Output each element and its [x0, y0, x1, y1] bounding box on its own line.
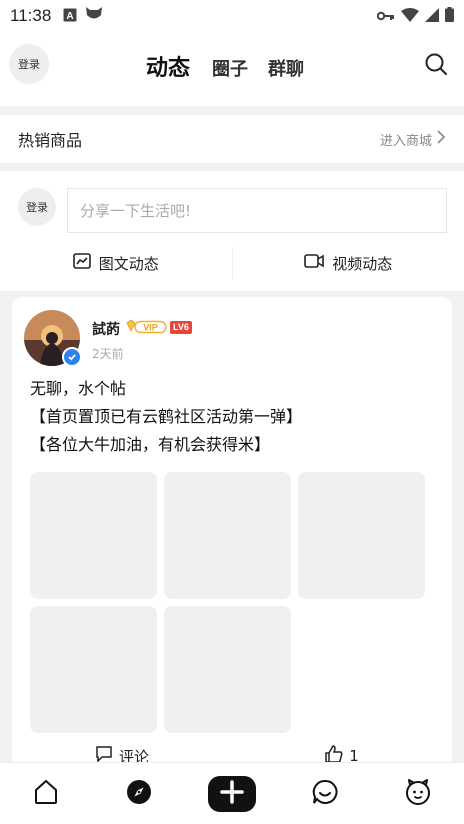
- composer-login-avatar[interactable]: 登录: [18, 188, 56, 226]
- battery-icon: [445, 6, 454, 26]
- status-time: 11:38: [10, 6, 52, 25]
- profile-icon: [405, 778, 431, 809]
- post-content: 无聊，水个帖 【首页置顶已有云鹤社区活动第一弹】 【各位大牛加油，有机会获得米】: [30, 375, 302, 459]
- post-composer: 登录 分享一下生活吧! 图文动态 视频动态: [0, 171, 464, 291]
- image-post-button[interactable]: 图文动态: [0, 253, 232, 274]
- bottom-navigation: [0, 762, 464, 824]
- post-image[interactable]: [298, 472, 425, 599]
- key-icon: [376, 7, 395, 26]
- status-bar: 11:38 A: [0, 0, 464, 32]
- tab-feed[interactable]: 动态: [146, 50, 190, 82]
- image-chart-icon: [72, 253, 91, 273]
- search-icon[interactable]: [424, 52, 448, 76]
- post-image[interactable]: [164, 472, 291, 599]
- post-username[interactable]: 試菂: [92, 319, 120, 339]
- add-icon: [220, 779, 244, 808]
- nav-discover[interactable]: [115, 770, 163, 818]
- signal-icon: [425, 7, 439, 26]
- chevron-right-icon: [436, 130, 446, 148]
- image-post-label: 图文动态: [98, 254, 159, 273]
- verified-badge-icon: [62, 347, 82, 367]
- enter-store-label: 进入商城: [379, 133, 432, 149]
- tab-group-chat[interactable]: 群聊: [268, 55, 304, 81]
- notification-a-icon: A: [63, 7, 77, 26]
- vip-badge: VIP: [126, 319, 168, 339]
- post-card[interactable]: 試菂 VIP LV6 2天前 无聊，水个帖 【首页置顶已有云鹤社区活动第一弹】 …: [12, 297, 452, 767]
- compass-icon: [126, 779, 152, 809]
- post-image[interactable]: [164, 606, 291, 733]
- tab-circles[interactable]: 圈子: [212, 55, 248, 81]
- post-line: 【各位大牛加油，有机会获得米】: [30, 435, 271, 454]
- post-line: 无聊，水个帖: [30, 379, 127, 398]
- header-tabs: 动态 圈子 群聊: [146, 50, 324, 82]
- enter-store-link[interactable]: 进入商城: [380, 130, 446, 149]
- home-icon: [33, 779, 59, 809]
- post-line: 【首页置顶已有云鹤社区活动第一弹】: [30, 407, 303, 426]
- post-image[interactable]: [30, 606, 157, 733]
- video-camera-icon: [304, 253, 325, 273]
- vip-badge-label: VIP: [143, 323, 158, 333]
- post-image-grid: [30, 472, 426, 733]
- nav-messages[interactable]: [301, 770, 349, 818]
- nav-profile[interactable]: [394, 770, 442, 818]
- post-time: 2天前: [92, 347, 124, 361]
- video-post-label: 视频动态: [332, 254, 393, 273]
- post-image[interactable]: [30, 472, 157, 599]
- svg-text:A: A: [67, 11, 74, 22]
- video-post-button[interactable]: 视频动态: [233, 253, 464, 274]
- login-avatar-button[interactable]: 登录: [9, 44, 49, 84]
- hot-goods-title: 热销商品: [18, 131, 83, 150]
- top-header: 登录 动态 圈子 群聊: [0, 32, 464, 106]
- nav-add-button[interactable]: [207, 775, 256, 812]
- share-life-input[interactable]: 分享一下生活吧!: [67, 188, 447, 233]
- level-badge: LV6: [170, 321, 192, 334]
- wifi-icon: [401, 7, 419, 26]
- nav-home[interactable]: [22, 770, 70, 818]
- hot-goods-bar[interactable]: 热销商品 进入商城: [0, 115, 464, 163]
- compose-actions: 图文动态 视频动态: [0, 245, 464, 281]
- chat-icon: [312, 779, 338, 809]
- shield-cat-icon: [85, 6, 103, 26]
